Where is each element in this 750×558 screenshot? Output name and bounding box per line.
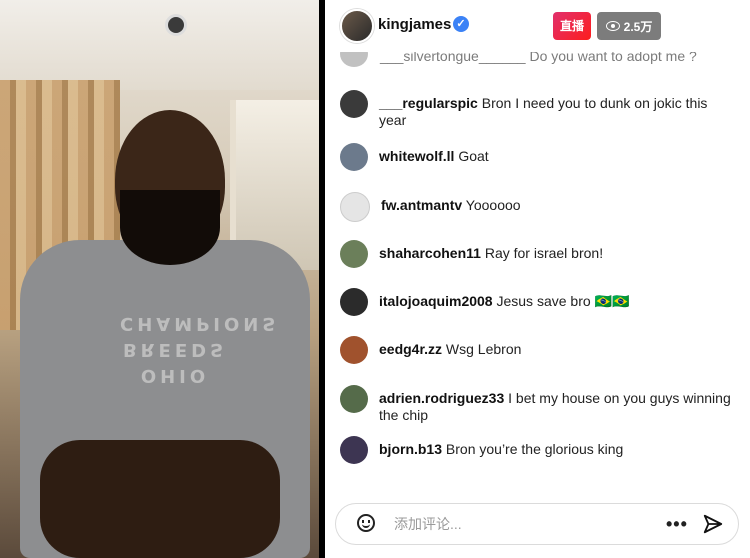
comment-username[interactable]: adrien.rodriguez33 xyxy=(379,390,504,406)
verified-icon: ✓ xyxy=(453,16,469,32)
comment-avatar[interactable] xyxy=(340,52,368,67)
comment-text: fw.antmantv Yoooooo xyxy=(381,197,521,214)
more-options-icon[interactable]: ••• xyxy=(666,514,688,535)
live-header: kingjames ✓ 直播 2.5万 xyxy=(325,0,750,52)
comment-username[interactable]: italojoaquim2008 xyxy=(379,293,493,309)
comment-avatar[interactable] xyxy=(340,90,368,118)
comment-message: Jesus save bro 🇧🇷🇧🇷 xyxy=(496,293,630,309)
comment-text: whitewolf.ll Goat xyxy=(379,148,489,165)
comment-message: Goat xyxy=(458,148,489,164)
host-username[interactable]: kingjames xyxy=(378,16,451,33)
ceiling-light xyxy=(168,17,184,33)
comment-row: italojoaquim2008 Jesus save bro 🇧🇷🇧🇷 xyxy=(340,288,735,316)
comment-row: adrien.rodriguez33 I bet my house on you… xyxy=(340,385,735,424)
comment-list[interactable]: ___silvertongue______ Do you want to ado… xyxy=(325,52,750,492)
comment-text: eedg4r.zz Wsg Lebron xyxy=(379,341,521,358)
ceiling xyxy=(0,0,319,90)
comment-avatar[interactable] xyxy=(340,143,368,171)
comment-avatar[interactable] xyxy=(340,336,368,364)
comment-username[interactable]: fw.antmantv xyxy=(381,197,462,213)
comment-username[interactable]: ___regularspic xyxy=(379,95,478,111)
comment-avatar[interactable] xyxy=(340,192,370,222)
host-avatar[interactable] xyxy=(340,9,374,43)
comment-avatar[interactable] xyxy=(340,240,368,268)
live-badge: 直播 xyxy=(553,12,591,40)
comment-input-box[interactable]: ••• xyxy=(335,503,739,545)
comment-avatar[interactable] xyxy=(340,385,368,413)
viewer-count: 2.5万 xyxy=(623,19,653,34)
comment-text: ___silvertongue______ Do you want to ado… xyxy=(380,52,697,64)
comment-row: eedg4r.zz Wsg Lebron xyxy=(340,336,735,364)
comment-username[interactable]: whitewolf.ll xyxy=(379,148,454,164)
comment-row: ___regularspic Bron I need you to dunk o… xyxy=(340,90,735,129)
shirt-print: OHIO BREEDS CHAMPIONS xyxy=(120,313,280,386)
comment-avatar[interactable] xyxy=(340,288,368,316)
live-video[interactable]: OHIO BREEDS CHAMPIONS xyxy=(0,0,319,558)
viewer-count-badge[interactable]: 2.5万 xyxy=(597,12,661,40)
comment-partial: ___silvertongue______ Do you want to ado… xyxy=(340,52,697,67)
comment-message: Yoooooo xyxy=(465,197,521,213)
comment-text: ___regularspic Bron I need you to dunk o… xyxy=(379,95,735,129)
arms xyxy=(40,440,280,558)
comment-username[interactable]: bjorn.b13 xyxy=(379,441,442,457)
comment-row: shaharcohen11 Ray for israel bron! xyxy=(340,240,735,268)
comments-panel: kingjames ✓ 直播 2.5万 ___silvertongue_____… xyxy=(325,0,750,558)
comment-username[interactable]: shaharcohen11 xyxy=(379,245,481,261)
eye-icon xyxy=(605,21,620,31)
comment-text: shaharcohen11 Ray for israel bron! xyxy=(379,245,603,262)
comment-text: bjorn.b13 Bron you’re the glorious king xyxy=(379,441,623,458)
beard xyxy=(120,190,220,265)
comment-text: italojoaquim2008 Jesus save bro 🇧🇷🇧🇷 xyxy=(379,293,629,310)
broadcaster: OHIO BREEDS CHAMPIONS xyxy=(20,110,310,558)
emoji-icon[interactable] xyxy=(357,514,375,532)
comment-footer: ••• xyxy=(325,495,750,558)
comment-row: fw.antmantv Yoooooo xyxy=(340,192,735,222)
comment-input[interactable] xyxy=(394,514,634,534)
comment-row: whitewolf.ll Goat xyxy=(340,143,735,171)
send-icon[interactable] xyxy=(702,513,724,535)
comment-message: Bron you’re the glorious king xyxy=(445,441,624,457)
comment-text: adrien.rodriguez33 I bet my house on you… xyxy=(379,390,735,424)
comment-message: Wsg Lebron xyxy=(445,341,522,357)
comment-avatar[interactable] xyxy=(340,436,368,464)
comment-message: Ray for israel bron! xyxy=(484,245,604,261)
comment-username[interactable]: eedg4r.zz xyxy=(379,341,442,357)
comment-row: bjorn.b13 Bron you’re the glorious king xyxy=(340,436,735,464)
